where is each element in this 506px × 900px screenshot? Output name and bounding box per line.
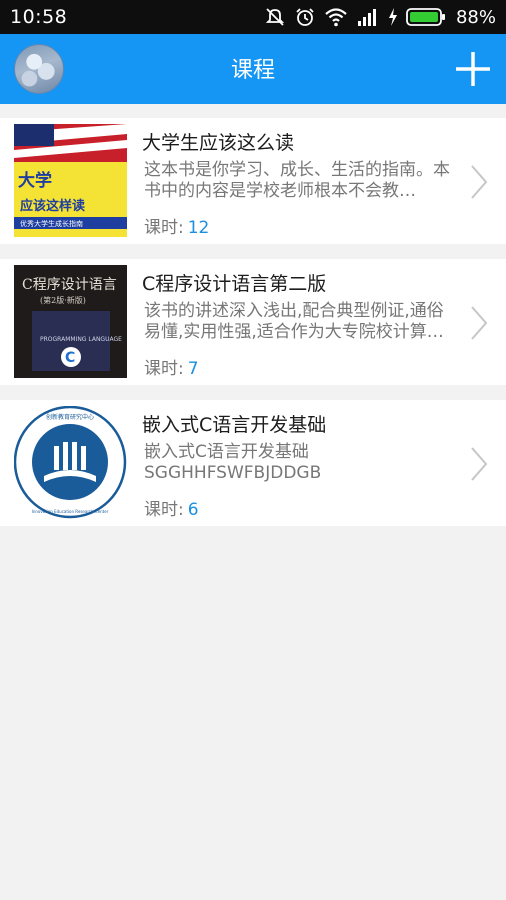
wifi-icon — [325, 8, 347, 27]
course-item[interactable]: C程序设计语言 (第2版·新版) PROGRAMMING LANGUAGE C … — [0, 259, 506, 385]
course-description: 这本书是你学习、成长、生活的指南。本书中的内容是学校老师根本不会教… — [144, 160, 450, 201]
course-lessons: 课时: 6 — [144, 495, 199, 520]
course-description: 嵌入式C语言开发基础 SGGHHFSWFBJDDGB — [144, 442, 322, 483]
course-lessons: 课时: 12 — [144, 213, 209, 238]
svg-text:C: C — [65, 350, 75, 366]
status-bar: 10:58 88% — [0, 0, 506, 34]
chevron-right-icon — [471, 165, 488, 199]
lessons-count: 12 — [187, 218, 210, 238]
course-list: 大学 应该这样读 优秀大学生成长指南 大学生应该这么读 这本书是你学习、成长、生… — [0, 118, 506, 541]
app-header: 课程 — [0, 34, 506, 104]
chevron-right-icon — [471, 306, 488, 340]
lessons-label: 课时: — [144, 218, 184, 238]
cover-subtitle-text: (第2版·新版) — [40, 295, 86, 305]
chevron-right-icon — [471, 447, 488, 481]
course-item[interactable]: 创新教育研究中心 Innovation Education Research C… — [0, 400, 506, 526]
course-item[interactable]: 大学 应该这样读 优秀大学生成长指南 大学生应该这么读 这本书是你学习、成长、生… — [0, 118, 506, 244]
course-cover-image: 创新教育研究中心 Innovation Education Research C… — [14, 406, 127, 519]
battery-percent: 88% — [455, 6, 496, 28]
course-cover-image: C程序设计语言 (第2版·新版) PROGRAMMING LANGUAGE C — [14, 265, 127, 378]
cover-subtitle-text: 应该这样读 — [20, 198, 85, 214]
page-title: 课程 — [230, 58, 275, 83]
cover-title-text: 大学 — [18, 170, 52, 191]
course-lessons: 课时: 7 — [144, 354, 199, 379]
course-title: 大学生应该这么读 — [142, 132, 295, 154]
lessons-label: 课时: — [144, 359, 184, 379]
lessons-label: 课时: — [144, 500, 184, 520]
course-cover-image: 大学 应该这样读 优秀大学生成长指南 — [14, 124, 127, 237]
add-course-button[interactable] — [454, 50, 492, 88]
course-description: 该书的讲述深入浅出,配合典型例证,通俗易懂,实用性强,适合作为大专院校计算… — [144, 301, 444, 342]
logo-title-text: 创新教育研究中心 — [46, 413, 94, 421]
charging-icon — [388, 8, 397, 26]
logo-subtitle-text: Innovation Education Research Center — [32, 509, 109, 514]
signal-icon — [357, 9, 376, 26]
mute-icon — [265, 8, 285, 26]
cover-band-text: PROGRAMMING LANGUAGE — [40, 336, 122, 343]
status-icons: 88% — [264, 5, 496, 29]
cover-band-text: 优秀大学生成长指南 — [20, 219, 83, 228]
alarm-icon — [296, 8, 314, 26]
course-title: C程序设计语言第二版 — [142, 273, 327, 295]
battery-icon — [406, 8, 445, 26]
lessons-count: 6 — [187, 500, 199, 520]
cover-title-text: C程序设计语言 — [22, 277, 117, 293]
course-title: 嵌入式C语言开发基础 — [142, 414, 327, 436]
status-time: 10:58 — [10, 6, 68, 28]
lessons-count: 7 — [187, 359, 199, 379]
